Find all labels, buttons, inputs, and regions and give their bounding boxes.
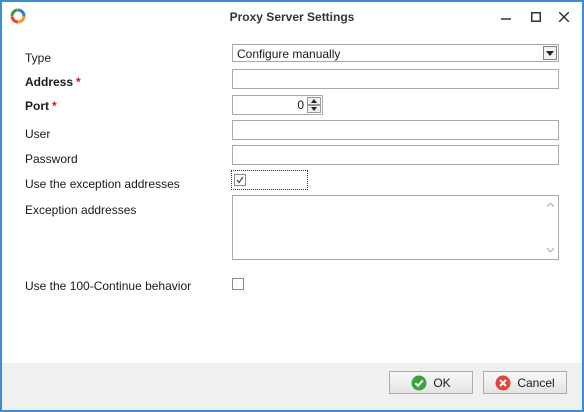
check-circle-icon bbox=[411, 375, 427, 390]
type-label: Type bbox=[25, 51, 52, 65]
scroll-down-icon bbox=[547, 248, 554, 252]
type-dropdown-button[interactable] bbox=[543, 46, 557, 60]
continue-behavior-label: Use the 100-Continue behavior bbox=[25, 279, 192, 293]
chevron-down-icon bbox=[546, 50, 554, 56]
port-decrement-button[interactable] bbox=[307, 105, 321, 113]
address-label-text: Address bbox=[25, 75, 74, 89]
proxy-settings-dialog: Proxy Server Settings Type Configure man… bbox=[0, 0, 584, 412]
arrow-down-icon bbox=[311, 107, 317, 111]
password-input[interactable] bbox=[232, 145, 559, 165]
port-label: Port * bbox=[25, 99, 57, 113]
type-select-value: Configure manually bbox=[237, 47, 341, 61]
scroll-down-button[interactable] bbox=[545, 245, 556, 255]
required-marker: * bbox=[76, 75, 81, 89]
exception-addresses-label: Exception addresses bbox=[25, 203, 137, 217]
port-label-text: Port bbox=[25, 99, 49, 113]
port-spin-buttons bbox=[307, 97, 321, 113]
required-marker: * bbox=[52, 99, 57, 113]
port-spinner[interactable]: 0 bbox=[232, 95, 323, 115]
user-input[interactable] bbox=[232, 120, 559, 140]
use-exception-checkbox[interactable] bbox=[234, 174, 246, 186]
address-input[interactable] bbox=[232, 69, 559, 89]
continue-behavior-checkbox[interactable] bbox=[232, 278, 244, 290]
x-circle-icon bbox=[495, 375, 511, 390]
password-label: Password bbox=[25, 152, 78, 166]
scroll-up-button[interactable] bbox=[545, 200, 556, 210]
use-exception-label: Use the exception addresses bbox=[25, 177, 180, 191]
close-button[interactable] bbox=[552, 6, 576, 28]
minimize-icon bbox=[501, 18, 511, 20]
exception-addresses-textarea[interactable] bbox=[232, 195, 559, 260]
maximize-icon bbox=[531, 12, 541, 22]
port-increment-button[interactable] bbox=[307, 97, 321, 105]
maximize-button[interactable] bbox=[524, 6, 548, 28]
scroll-up-icon bbox=[547, 203, 554, 207]
title-bar: Proxy Server Settings bbox=[2, 2, 582, 32]
minimize-button[interactable] bbox=[494, 6, 518, 28]
checkmark-icon bbox=[236, 176, 244, 184]
close-icon bbox=[559, 12, 569, 22]
cancel-button-label: Cancel bbox=[517, 375, 555, 390]
address-label: Address * bbox=[25, 75, 81, 89]
dialog-footer: OK Cancel bbox=[2, 363, 582, 410]
cancel-button[interactable]: Cancel bbox=[483, 371, 567, 394]
ok-button-label: OK bbox=[433, 375, 451, 390]
port-value: 0 bbox=[297, 98, 304, 112]
type-select[interactable]: Configure manually bbox=[232, 44, 559, 62]
arrow-up-icon bbox=[311, 99, 317, 103]
user-label: User bbox=[25, 127, 51, 141]
ok-button[interactable]: OK bbox=[389, 371, 473, 394]
